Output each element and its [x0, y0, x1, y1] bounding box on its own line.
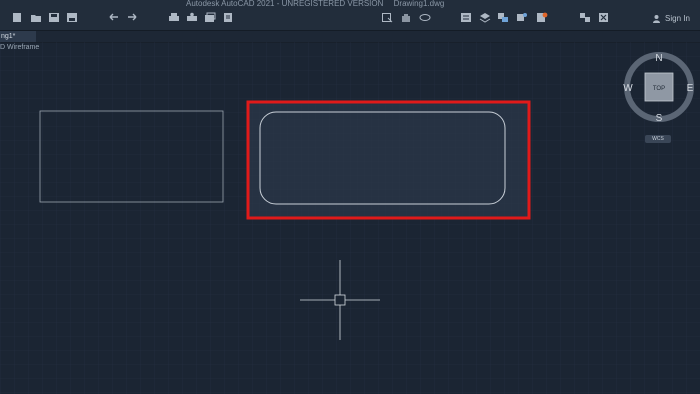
- sign-in-label: Sign In: [665, 13, 690, 23]
- save-as-icon[interactable]: [66, 12, 78, 23]
- compass-west[interactable]: W: [623, 83, 633, 94]
- quick-properties-icon[interactable]: [536, 12, 548, 23]
- block-icon[interactable]: [516, 12, 528, 23]
- match-properties-icon[interactable]: [497, 12, 509, 23]
- plot-preview-icon[interactable]: [186, 12, 198, 23]
- new-icon[interactable]: [11, 12, 23, 23]
- file-name: Drawing1.dwg: [393, 0, 445, 8]
- undo-icon[interactable]: [108, 12, 120, 23]
- document-tab[interactable]: ng1*: [0, 31, 36, 42]
- window-title: Autodesk AutoCAD 2021 - UNREGISTERED VER…: [186, 0, 452, 10]
- viewcube[interactable]: TOP N S E W: [622, 50, 698, 145]
- plot-icon[interactable]: [168, 12, 180, 23]
- pan-icon[interactable]: [400, 12, 412, 23]
- properties-icon[interactable]: [460, 12, 472, 23]
- publish-icon[interactable]: [222, 12, 234, 23]
- open-icon[interactable]: [30, 12, 42, 23]
- compass-north[interactable]: N: [655, 53, 662, 64]
- compass-east[interactable]: E: [687, 83, 694, 94]
- top-toolbar: Autodesk AutoCAD 2021 - UNREGISTERED VER…: [0, 0, 700, 31]
- tools-icon[interactable]: [579, 12, 591, 23]
- wcs-menu[interactable]: WCS: [645, 135, 671, 143]
- save-icon[interactable]: [48, 12, 60, 23]
- selection-fine-grid: [248, 102, 529, 218]
- close-panel-icon[interactable]: [598, 12, 610, 23]
- redo-icon[interactable]: [126, 12, 138, 23]
- user-icon: [653, 14, 660, 23]
- layer-properties-icon[interactable]: [479, 12, 491, 23]
- viewcube-top-label: TOP: [653, 86, 665, 92]
- select-icon[interactable]: [381, 12, 393, 23]
- app-title: Autodesk AutoCAD 2021 - UNREGISTERED VER…: [186, 0, 384, 8]
- drawing-canvas[interactable]: [0, 42, 700, 394]
- batch-plot-icon[interactable]: [204, 12, 216, 23]
- compass-south[interactable]: S: [656, 113, 663, 124]
- orbit-icon[interactable]: [419, 12, 431, 23]
- viewport-controls[interactable]: D Wireframe: [0, 44, 39, 51]
- sign-in-button[interactable]: Sign In: [652, 12, 690, 24]
